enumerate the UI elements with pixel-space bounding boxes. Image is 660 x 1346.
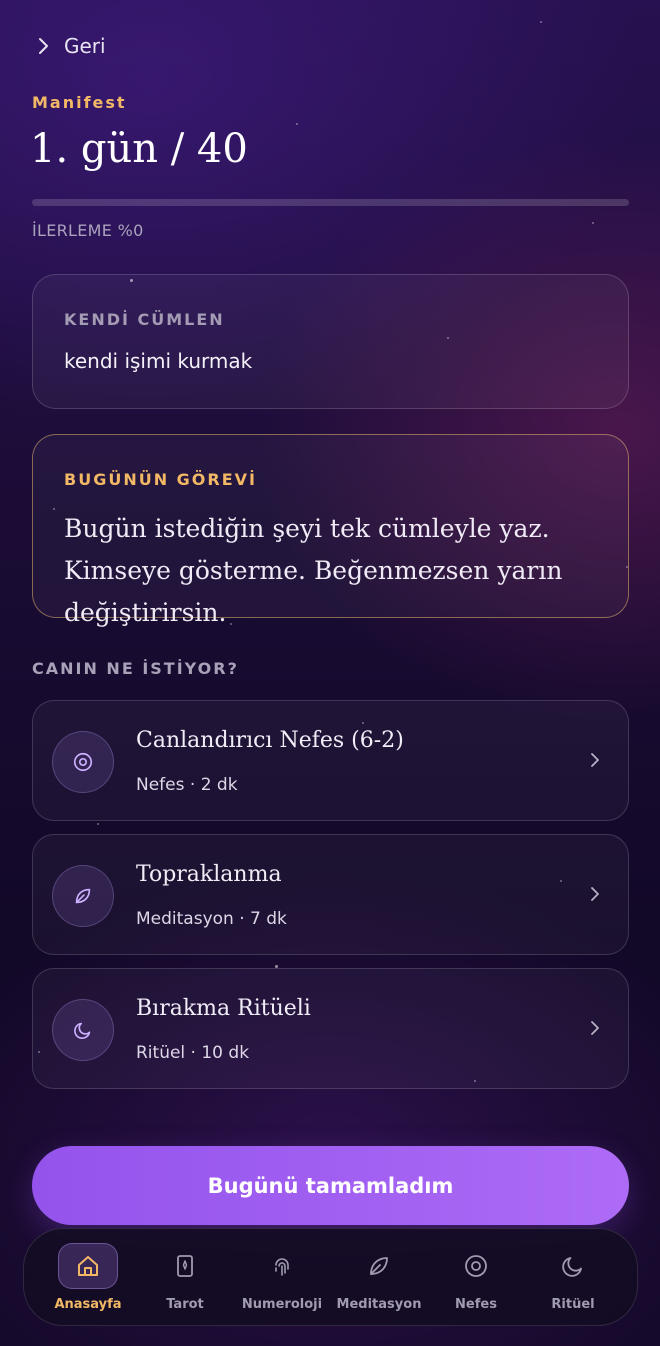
program-eyebrow: Manifest <box>32 93 127 112</box>
star <box>540 21 542 23</box>
page-title: 1. gün / 40 <box>30 126 248 172</box>
leaf-icon <box>370 1257 388 1275</box>
moon-icon <box>562 1257 582 1277</box>
bottom-nav: Anasayfa Tarot Numeroloji Meditasyon Nef… <box>23 1228 638 1326</box>
suggestion-item-grounding[interactable]: Topraklanma Meditasyon · 7 dk <box>32 834 629 955</box>
nav-label: Nefes <box>455 1297 497 1312</box>
nav-label: Ritüel <box>551 1297 595 1312</box>
chevron-right-icon <box>39 38 48 54</box>
own-sentence-value: kendi işimi kurmak <box>64 349 253 373</box>
star <box>97 823 99 825</box>
star <box>296 123 298 125</box>
item-meta: Nefes · 2 dk <box>136 775 238 795</box>
leaf-icon <box>75 888 91 904</box>
nav-icon-wrap <box>252 1243 312 1289</box>
nav-item-numerology[interactable]: Numeroloji <box>234 1243 330 1317</box>
item-meta: Meditasyon · 7 dk <box>136 909 287 929</box>
item-icon-wrap <box>52 999 114 1061</box>
item-icon-wrap <box>52 865 114 927</box>
chevron-right-icon <box>591 753 599 767</box>
nav-label: Numeroloji <box>241 1297 323 1312</box>
nav-item-home[interactable]: Anasayfa <box>40 1243 136 1317</box>
nav-item-tarot[interactable]: Tarot <box>137 1243 233 1317</box>
nav-icon-wrap <box>543 1243 603 1289</box>
progress-bar <box>32 199 629 206</box>
own-sentence-card: KENDİ CÜMLEN kendi işimi kurmak <box>32 274 629 409</box>
suggestion-item-breath[interactable]: Canlandırıcı Nefes (6-2) Nefes · 2 dk <box>32 700 629 821</box>
nav-icon-wrap <box>58 1243 118 1289</box>
target-icon <box>465 1255 487 1277</box>
progress-label: İLERLEME %0 <box>32 221 144 240</box>
suggestion-item-ritual[interactable]: Bırakma Ritüeli Ritüel · 10 dk <box>32 968 629 1089</box>
own-sentence-label: KENDİ CÜMLEN <box>64 310 225 329</box>
item-title: Topraklanma <box>136 862 282 887</box>
back-label: Geri <box>64 34 106 58</box>
nav-item-breath[interactable]: Nefes <box>428 1243 524 1317</box>
today-task-label: BUGÜNÜN GÖREVİ <box>64 470 257 489</box>
nav-item-ritual[interactable]: Ritüel <box>525 1243 621 1317</box>
item-title: Canlandırıcı Nefes (6-2) <box>136 728 404 753</box>
nav-label: Anasayfa <box>54 1297 122 1312</box>
nav-item-meditation[interactable]: Meditasyon <box>331 1243 427 1317</box>
chevron-right-icon <box>591 1021 599 1035</box>
nav-icon-wrap <box>446 1243 506 1289</box>
nav-icon-wrap <box>155 1243 215 1289</box>
today-task-text: Bugün istediğin şeyi tek cümleyle yaz. K… <box>64 514 563 627</box>
nav-label: Meditasyon <box>336 1297 422 1312</box>
item-meta: Ritüel · 10 dk <box>136 1043 250 1063</box>
back-button[interactable]: Geri <box>34 34 106 58</box>
suggestions-heading: CANIN NE İSTİYOR? <box>32 659 239 678</box>
fingerprint-icon <box>275 1258 289 1276</box>
home-icon <box>78 1256 98 1276</box>
nav-icon-wrap <box>349 1243 409 1289</box>
nav-label: Tarot <box>166 1297 204 1312</box>
item-title: Bırakma Ritüeli <box>136 996 311 1021</box>
chevron-right-icon <box>591 887 599 901</box>
item-icon-wrap <box>52 731 114 793</box>
moon-icon <box>74 1022 91 1039</box>
target-icon <box>73 752 93 772</box>
complete-today-button[interactable]: Bugünü tamamladım <box>32 1146 629 1225</box>
star <box>592 222 594 224</box>
tarot-card-icon <box>177 1255 193 1277</box>
today-task-card: BUGÜNÜN GÖREVİ Bugün istediğin şeyi tek … <box>32 434 629 627</box>
